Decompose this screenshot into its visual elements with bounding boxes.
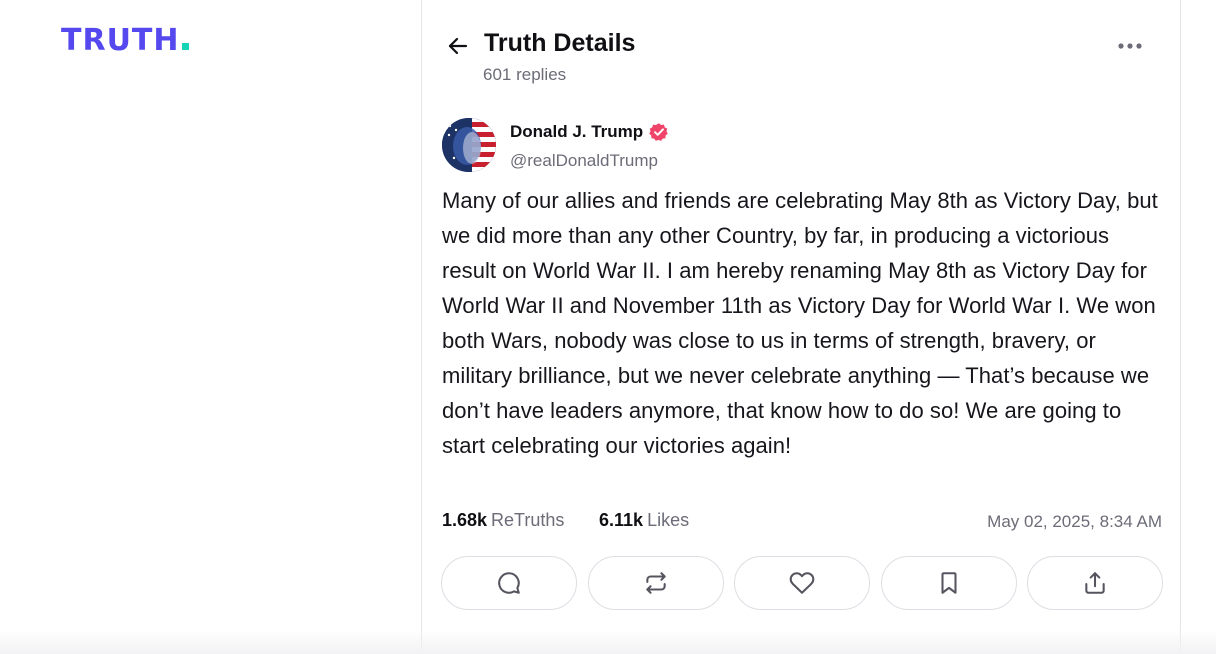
post-actions: [441, 556, 1163, 610]
replies-count: 601 replies: [483, 65, 567, 84]
heart-icon: [789, 572, 815, 594]
page: TRUTH Truth Details 601 replies Donald J…: [0, 0, 1216, 654]
truth-social-logo[interactable]: TRUTH: [61, 25, 189, 57]
page-title: Truth Details: [484, 29, 636, 57]
share-button[interactable]: [1027, 556, 1163, 610]
avatar[interactable]: [442, 118, 496, 172]
arrow-left-icon: [448, 37, 468, 55]
retruths-count: 1.68k: [442, 510, 488, 530]
more-options-button[interactable]: [1112, 30, 1148, 62]
back-button[interactable]: [442, 30, 474, 62]
bookmark-button[interactable]: [880, 556, 1017, 610]
retruths-label: ReTruths: [491, 510, 565, 530]
more-horizontal-icon: [1118, 43, 1142, 49]
retruth-button[interactable]: [587, 556, 724, 610]
logo-text: TRUTH: [61, 23, 180, 58]
bottom-fade: [0, 630, 1216, 654]
likes-stat[interactable]: 6.11k Likes: [599, 510, 689, 531]
retruths-stat[interactable]: 1.68k ReTruths: [442, 510, 564, 531]
post-timestamp: May 02, 2025, 8:34 AM: [987, 512, 1162, 531]
post-author: Donald J. Trump @realDonaldTrump: [442, 118, 1042, 174]
reply-bubble-icon: [498, 572, 520, 594]
verified-badge-icon: [649, 123, 668, 141]
bookmark-icon: [940, 572, 957, 594]
reply-button[interactable]: [441, 556, 577, 610]
post-stats: 1.68k ReTruths 6.11k Likes May 02, 2025, 8…: [442, 510, 1162, 536]
likes-label: Likes: [647, 510, 690, 530]
main-column: Truth Details 601 replies Donald J. Trum…: [421, 0, 1181, 654]
retruth-icon: [645, 572, 666, 594]
share-icon: [1085, 572, 1105, 594]
post-body: Many of our allies and friends are celeb…: [442, 188, 1158, 458]
likes-count: 6.11k: [599, 510, 644, 530]
logo-dot: [181, 43, 189, 50]
author-name[interactable]: Donald J. Trump: [510, 122, 669, 142]
like-button[interactable]: [734, 556, 870, 610]
author-handle[interactable]: @realDonaldTrump: [510, 151, 658, 171]
author-name-text: Donald J. Trump: [510, 122, 644, 141]
